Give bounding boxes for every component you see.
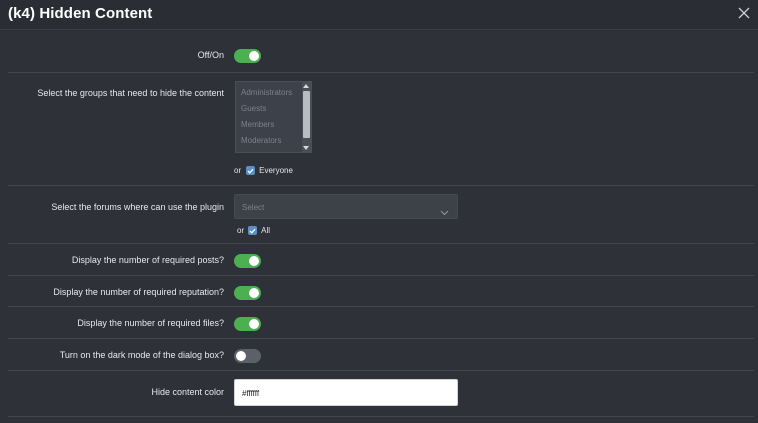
dialog-header: (k4) Hidden Content [0,0,758,30]
required-files-label: Display the number of required files? [77,318,224,328]
scroll-thumb[interactable] [303,91,310,138]
check-icon [249,228,256,234]
group-option-members[interactable]: Members [236,117,302,133]
all-forums-option: or All [237,226,270,235]
dialog-title: (k4) Hidden Content [8,5,153,22]
required-reputation-toggle[interactable] [234,286,261,300]
forums-select[interactable]: Select [234,194,458,219]
or-text: or [237,226,245,235]
groups-label: Select the groups that need to hide the … [37,88,224,98]
row-forums: Select the forums where can use the plug… [8,186,754,244]
close-icon[interactable] [738,7,750,19]
required-files-toggle[interactable] [234,317,261,331]
toggle-knob [249,319,259,329]
row-content-color: Hide content color #ffffff [8,371,754,417]
or-text: or [234,166,242,175]
hidden-content-dialog: (k4) Hidden Content Off/On Select the gr… [0,0,758,423]
groups-listbox[interactable]: Administrators Guests Members Moderators [235,81,312,153]
everyone-option: or Everyone [234,166,293,175]
everyone-checkbox[interactable] [246,166,256,175]
toggle-knob [249,51,259,61]
group-option-moderators[interactable]: Moderators [236,133,302,149]
row-required-posts: Display the number of required posts? [8,244,754,276]
off-on-toggle[interactable] [234,49,261,63]
scroll-down-arrow-icon[interactable] [303,146,309,150]
row-groups: Select the groups that need to hide the … [8,73,754,186]
row-required-reputation: Display the number of required reputatio… [8,276,754,307]
content-color-input[interactable]: #ffffff [234,379,458,406]
dark-mode-label: Turn on the dark mode of the dialog box? [59,350,224,360]
group-option-guests[interactable]: Guests [236,101,302,117]
toggle-knob [236,351,246,361]
row-required-files: Display the number of required files? [8,307,754,339]
content-color-label: Hide content color [151,387,224,397]
group-option-administrators[interactable]: Administrators [236,85,302,101]
row-off-on: Off/On [8,31,754,73]
required-posts-toggle[interactable] [234,254,261,268]
content-color-value: #ffffff [242,389,260,398]
chevron-down-icon [440,203,449,221]
required-posts-label: Display the number of required posts? [71,255,224,265]
all-forums-label: All [261,226,271,235]
everyone-label: Everyone [259,166,293,175]
check-icon [247,168,254,174]
all-forums-checkbox[interactable] [248,226,258,235]
row-dark-mode: Turn on the dark mode of the dialog box? [8,339,754,371]
dark-mode-toggle[interactable] [234,349,261,363]
toggle-knob [249,288,259,298]
toggle-knob [249,256,259,266]
forums-label: Select the forums where can use the plug… [51,202,224,212]
forums-select-placeholder: Select [242,203,265,212]
groups-scrollbar[interactable] [302,82,311,152]
off-on-label: Off/On [197,50,224,60]
scroll-up-arrow-icon[interactable] [303,84,309,88]
dialog-body: Off/On Select the groups that need to hi… [0,31,758,423]
required-reputation-label: Display the number of required reputatio… [53,287,224,297]
